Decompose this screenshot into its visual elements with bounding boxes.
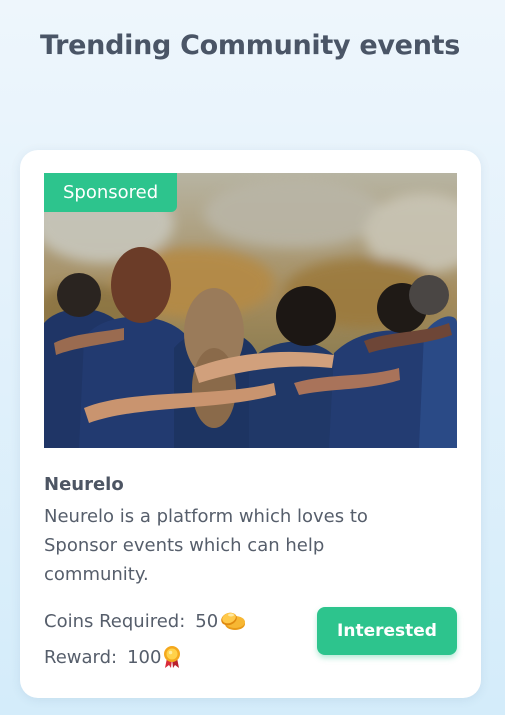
reward-value: 100 xyxy=(127,646,162,668)
coins-label: Coins Required: xyxy=(44,610,186,632)
sponsored-badge: Sponsored xyxy=(44,173,178,212)
event-image: Sponsored xyxy=(44,173,457,448)
medal-icon xyxy=(162,645,182,669)
coins-icon xyxy=(219,610,247,632)
reward-label: Reward: xyxy=(44,646,118,668)
page-title: Trending Community events xyxy=(40,30,460,62)
coins-required: Coins Required: 50 xyxy=(44,610,247,632)
interested-button[interactable]: Interested xyxy=(317,607,457,655)
team-huddle-photo xyxy=(44,173,457,448)
company-name: Neurelo xyxy=(44,474,124,495)
coins-value: 50 xyxy=(195,610,219,632)
reward: Reward: 100 xyxy=(44,645,182,669)
event-description: Neurelo is a platform which loves to Spo… xyxy=(44,506,368,585)
event-card: Sponsored Neurelo Neurelo is a platform … xyxy=(20,150,481,698)
